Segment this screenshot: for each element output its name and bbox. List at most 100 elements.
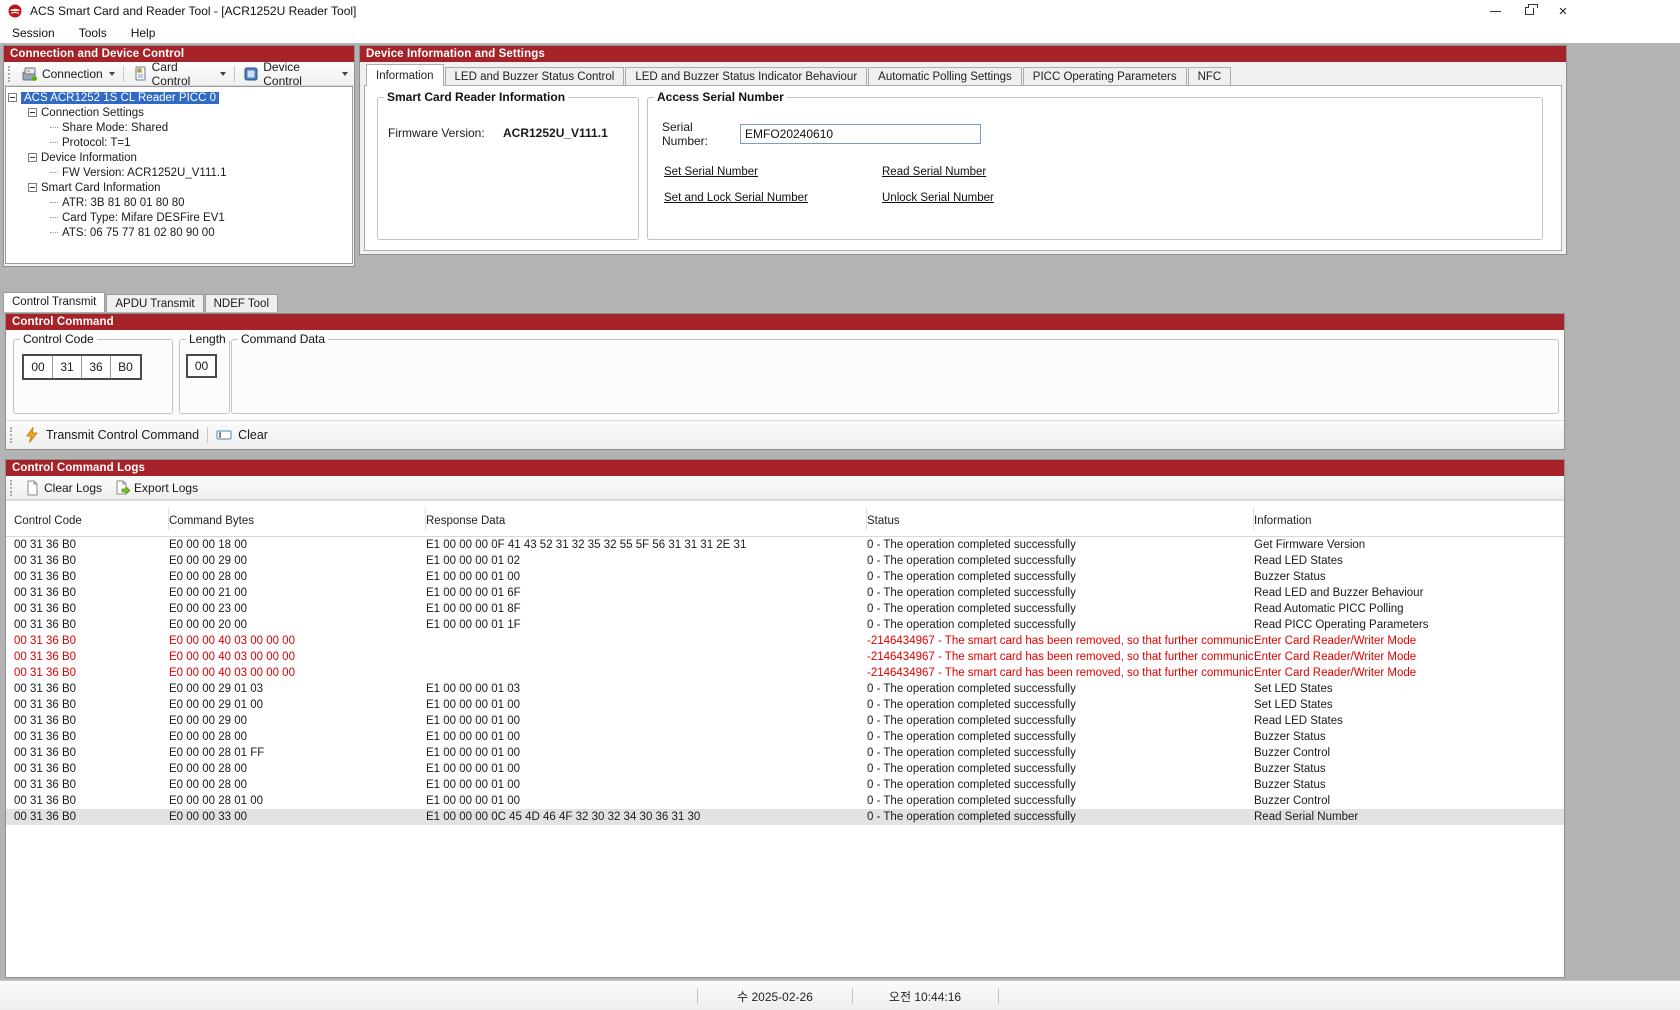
collapse-icon[interactable] <box>8 93 17 102</box>
clear-logs-button[interactable]: Clear Logs <box>18 478 108 498</box>
unlock-serial-number-link[interactable]: Unlock Serial Number <box>882 192 994 204</box>
tree-node-label[interactable]: Connection Settings <box>41 107 144 119</box>
collapse-icon[interactable] <box>28 108 37 117</box>
column-header-response-data[interactable]: Response Data <box>426 507 867 530</box>
clear-button[interactable]: Clear <box>210 425 274 445</box>
table-row[interactable]: 00 31 36 B0 E0 00 00 29 00 E1 00 00 00 0… <box>6 553 1564 569</box>
tree-node-label[interactable]: Share Mode: Shared <box>62 122 168 134</box>
control-code-byte-input[interactable]: 36 <box>82 356 111 378</box>
reader-info-groupbox: Smart Card Reader Information Firmware V… <box>377 90 639 240</box>
workspace: Connection and Device Control Connection… <box>0 43 1680 980</box>
device-control-dropdown-button[interactable]: Device Control <box>237 58 354 90</box>
column-header-command-bytes[interactable]: Command Bytes <box>169 507 426 530</box>
table-row[interactable]: 00 31 36 B0 E0 00 00 29 01 00 E1 00 00 0… <box>6 697 1564 713</box>
cell-response-data: E1 00 00 00 01 00 <box>426 795 520 807</box>
tree-row-leaf[interactable]: FW Version: ACR1252U_V111.1 <box>8 165 350 180</box>
table-row[interactable]: 00 31 36 B0 E0 00 00 20 00 E1 00 00 00 0… <box>6 617 1564 633</box>
restore-button[interactable] <box>1512 0 1546 22</box>
tab-led-buzzer-indicator-behaviour[interactable]: LED and Buzzer Status Indicator Behaviou… <box>625 67 868 86</box>
tab-automatic-polling-settings[interactable]: Automatic Polling Settings <box>868 67 1022 86</box>
cell-response-data: E1 00 00 00 01 00 <box>426 699 520 711</box>
toolbar-grip[interactable] <box>8 65 11 82</box>
control-code-byte-input[interactable]: B0 <box>111 356 140 378</box>
tab-information[interactable]: Information <box>366 64 444 86</box>
tree-row-leaf[interactable]: Card Type: Mifare DESFire EV1 <box>8 210 350 225</box>
table-row[interactable]: 00 31 36 B0 E0 00 00 21 00 E1 00 00 00 0… <box>6 585 1564 601</box>
table-row[interactable]: 00 31 36 B0 E0 00 00 18 00 E1 00 00 00 0… <box>6 537 1564 553</box>
tree-row-leaf[interactable]: Share Mode: Shared <box>8 120 350 135</box>
table-row[interactable]: 00 31 36 B0 E0 00 00 28 00 E1 00 00 00 0… <box>6 761 1564 777</box>
table-row[interactable]: 00 31 36 B0 E0 00 00 33 00 E1 00 00 00 0… <box>6 809 1564 825</box>
table-row[interactable]: 00 31 36 B0 E0 00 00 28 00 E1 00 00 00 0… <box>6 729 1564 745</box>
connection-dropdown-button[interactable]: Connection <box>16 64 121 84</box>
tab-picc-operating-parameters[interactable]: PICC Operating Parameters <box>1022 67 1187 86</box>
table-row[interactable]: 00 31 36 B0 E0 00 00 28 00 E1 00 00 00 0… <box>6 777 1564 793</box>
serial-number-input[interactable] <box>740 124 981 144</box>
tree-row-group[interactable]: Smart Card Information <box>8 180 350 195</box>
table-row[interactable]: 00 31 36 B0 E0 00 00 29 01 03 E1 00 00 0… <box>6 681 1564 697</box>
tree-node-label[interactable]: FW Version: ACR1252U_V111.1 <box>62 167 227 179</box>
transmit-button-label: Transmit Control Command <box>46 428 200 442</box>
tree-row-leaf[interactable]: Protocol: T=1 <box>8 135 350 150</box>
tree-row-leaf[interactable]: ATR: 3B 81 80 01 80 80 <box>8 195 350 210</box>
tab-led-buzzer-status-control[interactable]: LED and Buzzer Status Control <box>444 67 625 86</box>
toolbar-separator <box>234 65 236 82</box>
menu-tools[interactable]: Tools <box>67 24 119 42</box>
table-row[interactable]: 00 31 36 B0 E0 00 00 40 03 00 00 00 -214… <box>6 665 1564 681</box>
cell-information: Buzzer Control <box>1254 795 1331 807</box>
tree-row-leaf[interactable]: ATS: 06 75 77 81 02 80 90 00 <box>8 225 350 240</box>
tab-control-transmit[interactable]: Control Transmit <box>3 292 106 312</box>
export-logs-button[interactable]: Export Logs <box>108 478 204 498</box>
toolbar-grip[interactable] <box>10 479 13 496</box>
table-row[interactable]: 00 31 36 B0 E0 00 00 28 00 E1 00 00 00 0… <box>6 569 1564 585</box>
menu-help[interactable]: Help <box>119 24 168 42</box>
collapse-icon[interactable] <box>28 183 37 192</box>
device-info-panel: Device Information and Settings Informat… <box>359 45 1567 255</box>
tree-node-label[interactable]: Device Information <box>41 152 137 164</box>
close-button[interactable]: × <box>1546 0 1580 22</box>
tab-nfc[interactable]: NFC <box>1187 67 1232 86</box>
table-row[interactable]: 00 31 36 B0 E0 00 00 28 01 FF E1 00 00 0… <box>6 745 1564 761</box>
cell-information: Read PICC Operating Parameters <box>1254 619 1429 631</box>
tree-node-label[interactable]: Protocol: T=1 <box>62 137 131 149</box>
table-row[interactable]: 00 31 36 B0 E0 00 00 23 00 E1 00 00 00 0… <box>6 601 1564 617</box>
tree-row-group[interactable]: Device Information <box>8 150 350 165</box>
menu-session[interactable]: Session <box>0 24 67 42</box>
table-row[interactable]: 00 31 36 B0 E0 00 00 40 03 00 00 00 -214… <box>6 633 1564 649</box>
tree-root-node[interactable]: ACS ACR1252 1S CL Reader PICC 0 <box>21 91 219 104</box>
control-code-byte-input[interactable]: 00 <box>24 356 53 378</box>
set-serial-number-link[interactable]: Set Serial Number <box>664 166 882 178</box>
collapse-icon[interactable] <box>28 153 37 162</box>
card-control-dropdown-button[interactable]: Card Control <box>126 58 233 90</box>
column-header-information[interactable]: Information <box>1254 508 1564 530</box>
tab-ndef-tool[interactable]: NDEF Tool <box>204 294 278 312</box>
table-row[interactable]: 00 31 36 B0 E0 00 00 28 01 00 E1 00 00 0… <box>6 793 1564 809</box>
tree-node-label[interactable]: ATS: 06 75 77 81 02 80 90 00 <box>62 227 215 239</box>
cell-status: 0 - The operation completed successfully <box>867 747 1076 759</box>
serial-links: Set Serial Number Read Serial Number Set… <box>664 166 994 204</box>
set-and-lock-serial-number-link[interactable]: Set and Lock Serial Number <box>664 192 882 204</box>
length-input[interactable]: 00 <box>186 354 217 378</box>
minimize-button[interactable] <box>1478 0 1512 22</box>
table-row[interactable]: 00 31 36 B0 E0 00 00 40 03 00 00 00 -214… <box>6 649 1564 665</box>
cell-control-code: 00 31 36 B0 <box>14 747 77 759</box>
cell-control-code: 00 31 36 B0 <box>14 779 77 791</box>
column-header-status[interactable]: Status <box>867 507 1254 530</box>
tree-node-label[interactable]: ATR: 3B 81 80 01 80 80 <box>62 197 185 209</box>
connection-panel: Connection and Device Control Connection… <box>3 45 355 267</box>
column-header-control-code[interactable]: Control Code <box>14 507 169 530</box>
tree-node-label[interactable]: Card Type: Mifare DESFire EV1 <box>62 212 225 224</box>
connection-label: Connection <box>41 66 103 81</box>
tree-row-group[interactable]: Connection Settings <box>8 105 350 120</box>
table-row[interactable]: 00 31 36 B0 E0 00 00 29 00 E1 00 00 00 0… <box>6 713 1564 729</box>
cell-response-data: E1 00 00 00 01 00 <box>426 747 520 759</box>
tab-apdu-transmit[interactable]: APDU Transmit <box>106 294 204 312</box>
cell-command-bytes: E0 00 00 28 00 <box>169 779 248 791</box>
transmit-control-command-button[interactable]: Transmit Control Command <box>18 425 205 445</box>
tree-node-label[interactable]: Smart Card Information <box>41 182 161 194</box>
cell-information: Get Firmware Version <box>1254 539 1366 551</box>
read-serial-number-link[interactable]: Read Serial Number <box>882 166 994 178</box>
toolbar-grip[interactable] <box>10 427 13 443</box>
control-code-byte-input[interactable]: 31 <box>53 356 82 378</box>
tree-row-root[interactable]: ACS ACR1252 1S CL Reader PICC 0 <box>8 90 350 105</box>
